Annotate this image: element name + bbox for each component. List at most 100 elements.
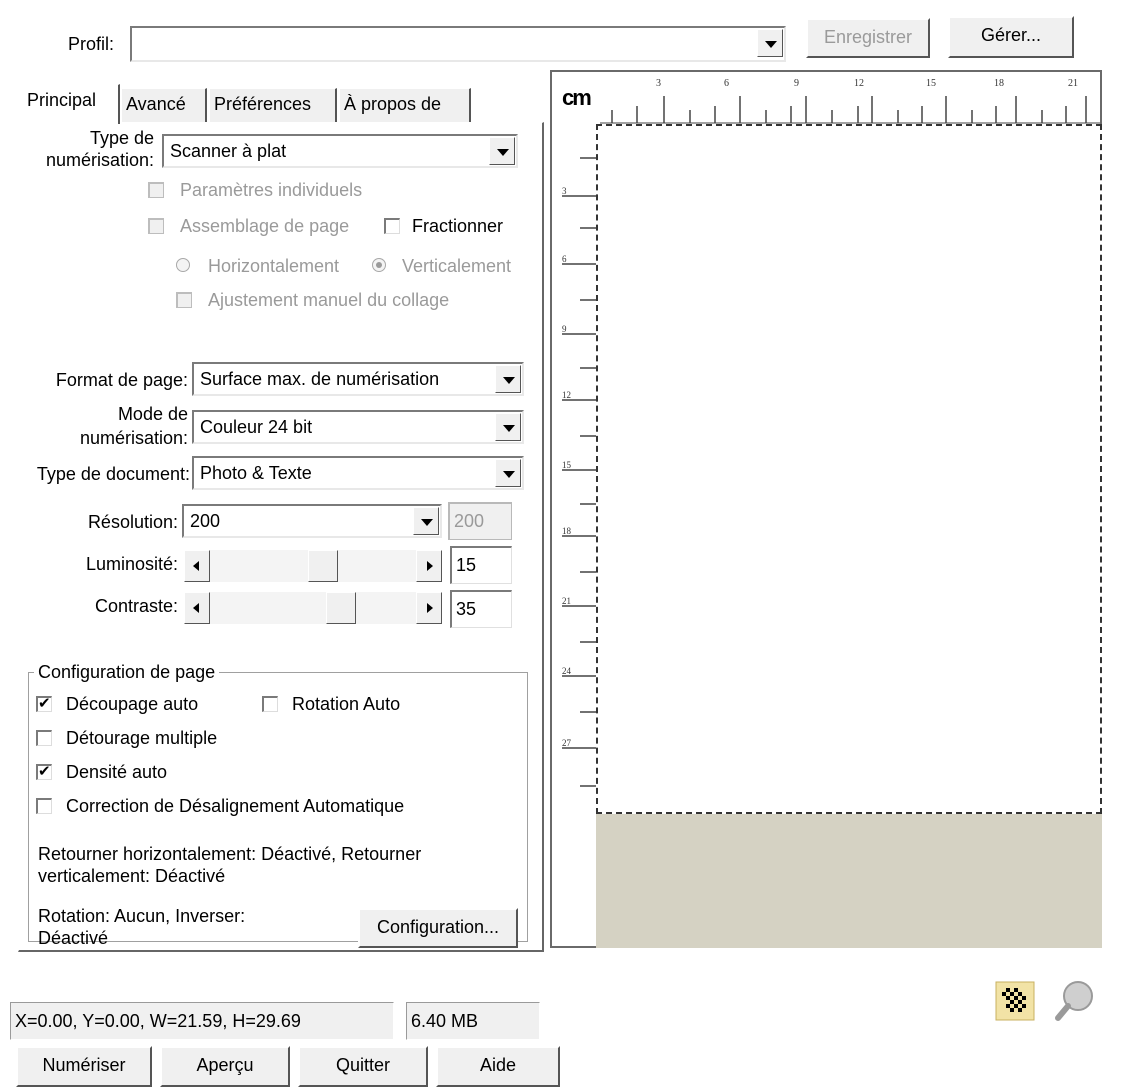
resolution-value: 200: [190, 511, 221, 531]
scan-mode-select[interactable]: Couleur 24 bit: [192, 410, 524, 444]
brightness-field[interactable]: 15: [450, 546, 512, 584]
arrow-left-icon[interactable]: [184, 592, 210, 624]
contrast-value: 35: [456, 599, 477, 619]
v-tick-label: 6: [562, 254, 567, 264]
v-tick-label: 18: [562, 526, 572, 536]
brightness-slider[interactable]: [184, 550, 442, 582]
h-tick-label: 12: [854, 78, 864, 89]
checkered-hand-icon[interactable]: [994, 980, 1036, 1022]
multi-crop-label: Détourage multiple: [66, 728, 218, 748]
page-config-title: Configuration de page: [34, 662, 220, 682]
rotation-info-line2: Déactivé: [38, 928, 109, 948]
split-label: Fractionner: [412, 216, 504, 236]
chevron-down-icon[interactable]: [757, 29, 783, 57]
scan-type-value: Scanner à plat: [170, 141, 287, 161]
doc-type-select[interactable]: Photo & Texte: [192, 456, 524, 490]
auto-density-checkbox[interactable]: [36, 762, 52, 780]
chevron-down-icon[interactable]: [413, 507, 439, 535]
v-tick-label: 27: [562, 738, 572, 748]
arrow-right-icon[interactable]: [416, 550, 442, 582]
v-tick-label: 24: [562, 666, 572, 676]
individual-params-checkbox[interactable]: [148, 182, 164, 198]
scan-mode-value: Couleur 24 bit: [200, 417, 313, 437]
scan-mode-label-2: numérisation:: [79, 428, 188, 448]
h-tick-label: 6: [724, 78, 729, 89]
auto-density-label: Densité auto: [66, 762, 168, 782]
auto-rotate-checkbox[interactable]: [262, 696, 278, 712]
v-tick-label: 3: [562, 186, 567, 196]
profile-select[interactable]: [130, 26, 786, 62]
chevron-down-icon[interactable]: [495, 413, 521, 441]
tab-a-propos[interactable]: À propos de: [339, 88, 471, 122]
resolution-custom-field[interactable]: 200: [448, 502, 512, 540]
tab-avance[interactable]: Avancé: [121, 88, 207, 122]
page-assembly-label: Assemblage de page: [180, 216, 350, 236]
quit-button[interactable]: Quitter: [298, 1046, 428, 1087]
h-tick-label: 15: [926, 78, 936, 89]
h-tick-label: 18: [994, 78, 1004, 89]
contrast-thumb[interactable]: [326, 592, 356, 624]
scan-area[interactable]: [596, 124, 1102, 814]
tab-principal[interactable]: Principal: [22, 84, 120, 124]
scan-button[interactable]: Numériser: [16, 1046, 152, 1087]
resolution-label: Résolution:: [87, 512, 178, 532]
horizontal-label: Horizontalement: [208, 256, 340, 276]
chevron-down-icon[interactable]: [495, 365, 521, 393]
deskew-label: Correction de Désalignement Automatique: [66, 796, 405, 816]
flip-info-line2: verticalement: Déactivé: [38, 866, 226, 886]
v-tick-label: 9: [562, 324, 567, 334]
v-tick-label: 15: [562, 460, 572, 470]
resolution-select[interactable]: 200: [182, 504, 442, 538]
brightness-label: Luminosité:: [85, 554, 178, 574]
manage-profile-button[interactable]: Gérer...: [948, 16, 1074, 58]
page-assembly-checkbox[interactable]: [148, 218, 164, 234]
individual-params-label: Paramètres individuels: [180, 180, 363, 200]
auto-crop-label: Découpage auto: [66, 694, 199, 714]
rotation-info-line1: Rotation: Aucun, Inverser:: [38, 906, 246, 926]
page-format-select[interactable]: Surface max. de numérisation: [192, 362, 524, 396]
vertical-ruler: 3 6 9 12 15 18 21 24 27: [562, 124, 598, 804]
manual-adjust-label: Ajustement manuel du collage: [208, 290, 450, 310]
scan-type-label-1: Type de: [89, 128, 154, 148]
tab-preferences[interactable]: Préférences: [209, 88, 337, 122]
doc-type-value: Photo & Texte: [200, 463, 312, 483]
h-tick-label: 9: [794, 78, 799, 89]
configuration-button[interactable]: Configuration...: [358, 908, 518, 948]
save-profile-button[interactable]: Enregistrer: [806, 18, 930, 58]
preview-button[interactable]: Aperçu: [160, 1046, 290, 1087]
contrast-label: Contraste:: [94, 596, 178, 616]
h-minor-ticks: [611, 96, 1087, 123]
help-button[interactable]: Aide: [436, 1046, 560, 1087]
brightness-thumb[interactable]: [308, 550, 338, 582]
v-tick-label: 12: [562, 390, 571, 400]
profile-label: Profil:: [68, 34, 115, 54]
arrow-left-icon[interactable]: [184, 550, 210, 582]
deskew-checkbox[interactable]: [36, 798, 52, 814]
manual-adjust-checkbox[interactable]: [176, 292, 192, 308]
vertical-radio[interactable]: [372, 258, 386, 272]
vertical-label: Verticalement: [402, 256, 512, 276]
page-format-label: Format de page:: [55, 370, 188, 390]
horizontal-ruler: 3 6 9 12 15 18 21: [600, 78, 1100, 124]
coords-status: X=0.00, Y=0.00, W=21.59, H=29.69: [10, 1002, 394, 1040]
scan-type-select[interactable]: Scanner à plat: [162, 134, 518, 168]
magnifier-icon[interactable]: [1052, 978, 1098, 1024]
auto-crop-checkbox[interactable]: [36, 694, 52, 712]
h-tick-label: 21: [1068, 78, 1078, 89]
chevron-down-icon[interactable]: [495, 459, 521, 487]
multi-crop-checkbox[interactable]: [36, 730, 52, 746]
contrast-field[interactable]: 35: [450, 590, 512, 628]
v-ticks: [562, 157, 597, 787]
scanner-bed: [596, 814, 1102, 948]
auto-rotate-label: Rotation Auto: [292, 694, 401, 714]
doc-type-label: Type de document:: [36, 464, 190, 484]
horizontal-radio[interactable]: [176, 258, 190, 272]
resolution-custom-value: 200: [454, 511, 485, 531]
page-format-value: Surface max. de numérisation: [200, 369, 440, 389]
split-checkbox[interactable]: [384, 218, 400, 234]
arrow-right-icon[interactable]: [416, 592, 442, 624]
chevron-down-icon[interactable]: [489, 137, 515, 165]
brightness-value: 15: [456, 555, 477, 575]
scan-mode-label-1: Mode de: [117, 404, 188, 424]
contrast-slider[interactable]: [184, 592, 442, 624]
